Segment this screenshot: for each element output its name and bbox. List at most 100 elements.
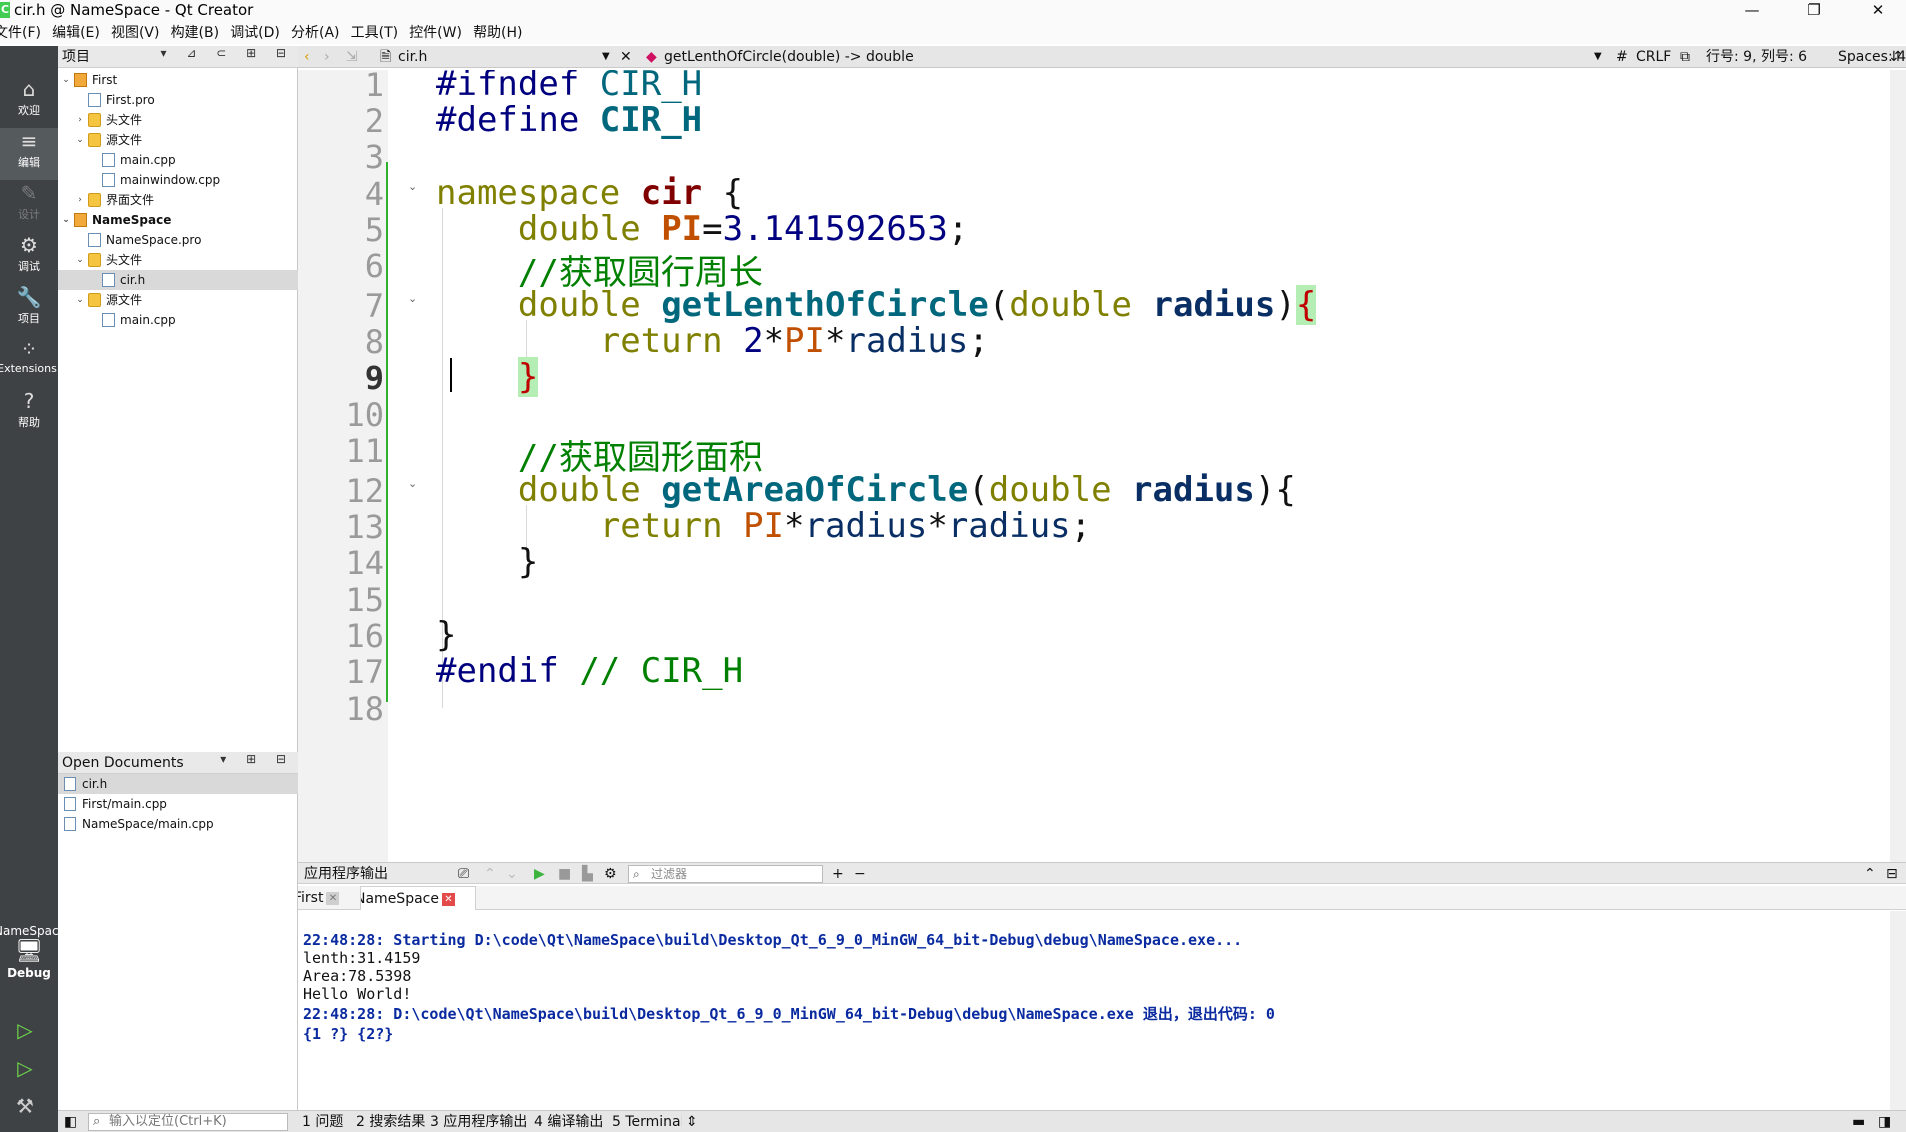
close-document-icon[interactable]: ✕ [620, 46, 632, 68]
fold-marker-icon[interactable]: ⌄ [408, 292, 417, 305]
tree-item[interactable]: ⌄ First [58, 70, 298, 90]
tree-item[interactable]: main.cpp [58, 150, 298, 170]
pane-compile-output[interactable]: 4 编译输出 [534, 1111, 604, 1132]
settings-gear-icon[interactable]: ⚙ [604, 863, 617, 885]
application-output[interactable]: 22:48:28: Starting D:\code\Qt\NameSpace\… [298, 911, 1890, 1110]
more-panes-icon[interactable]: ⇕ [686, 1111, 698, 1132]
forward-icon[interactable]: › [324, 46, 330, 68]
symbol-selector[interactable]: getLenthOfCircle(double) -> double [664, 46, 914, 68]
output-pane-title[interactable]: 应用程序输出 [304, 863, 388, 885]
open-doc-item[interactable]: cir.h [58, 774, 298, 794]
tree-item[interactable]: ⌄ NameSpace [58, 210, 298, 230]
stop-icon[interactable]: ■ [558, 863, 571, 885]
tree-item[interactable]: NameSpace.pro [58, 230, 298, 250]
pane-application-output[interactable]: 3 应用程序输出 [430, 1111, 536, 1132]
mode-selector: ⌂ 欢迎 ≡ 编辑 ✎ 设计 ⚙ 调试 🔧 项目 ⁘ Extensions ? … [0, 46, 66, 1132]
chevron-down-icon[interactable]: ⌄ [74, 130, 86, 150]
pane-tools[interactable]: ▾ ⊞ ⊟ [220, 752, 294, 766]
pane-terminal[interactable]: 5 Terminal [612, 1111, 682, 1132]
menu-build[interactable]: 构建(B) [171, 22, 220, 44]
open-documents-title[interactable]: Open Documents [62, 755, 184, 771]
open-doc-item[interactable]: First/main.cpp [58, 794, 298, 814]
mode-welcome[interactable]: ⌂ 欢迎 [0, 76, 58, 128]
zoom-out-icon[interactable]: − [854, 863, 866, 885]
close-button[interactable]: ✕ [1858, 0, 1898, 22]
chevron-down-icon[interactable]: ▼ [602, 46, 610, 68]
menu-help[interactable]: 帮助(H) [473, 22, 522, 44]
split-icon[interactable]: ⇲ [346, 46, 358, 68]
chevron-down-icon[interactable]: ⌄ [74, 250, 86, 270]
tree-item[interactable]: › 头文件 [58, 110, 298, 130]
open-doc-item[interactable]: NameSpace/main.cpp [58, 814, 298, 834]
line-ending-selector[interactable]: CRLF [1636, 46, 1671, 68]
code-line-13: return PI*radius*radius; [599, 506, 1092, 546]
pane-search-results[interactable]: 2 搜索结果 [356, 1111, 426, 1132]
tree-item[interactable]: › 界面文件 [58, 190, 298, 210]
chevron-down-icon[interactable]: ▼ [1594, 46, 1602, 68]
back-icon[interactable]: ‹ [304, 46, 310, 68]
mode-edit[interactable]: ≡ 编辑 [0, 128, 58, 180]
locator-input[interactable]: ⌕ 输入以定位(Ctrl+K) [88, 1113, 288, 1131]
tree-item[interactable]: ⌄ 源文件 [58, 290, 298, 310]
toggle-right-sidebar-icon[interactable]: ◨ [1878, 1111, 1891, 1132]
tree-item[interactable]: mainwindow.cpp [58, 170, 298, 190]
tree-item[interactable]: main.cpp [58, 310, 298, 330]
mode-extensions[interactable]: ⁘ Extensions [0, 336, 58, 388]
menu-edit[interactable]: 编辑(E) [52, 22, 100, 44]
tree-item[interactable]: cir.h [58, 270, 298, 290]
chevron-up-icon[interactable]: ⌃ [484, 863, 496, 885]
clean-icon[interactable]: ⎚ [458, 863, 469, 885]
mode-debug[interactable]: ⚙ 调试 [0, 232, 58, 284]
output-toggle-icon[interactable]: ▬ [1852, 1111, 1865, 1132]
menu-debug[interactable]: 调试(D) [230, 22, 280, 44]
build-hammer-icon[interactable]: ⚒ [10, 1094, 40, 1124]
zoom-in-icon[interactable]: + [832, 863, 844, 885]
menu-file[interactable]: 文件(F) [0, 22, 41, 44]
close-tab-icon[interactable]: ✕ [326, 891, 340, 905]
toggle-sidebar-icon[interactable]: ◧ [64, 1111, 77, 1132]
menu-widgets[interactable]: 控件(W) [409, 22, 462, 44]
mode-design[interactable]: ✎ 设计 [0, 180, 58, 232]
pane-tools[interactable]: ▾ ⊿ ⊂ ⊞ ⊟ [161, 46, 295, 60]
rerun-icon[interactable]: ▶ [534, 863, 545, 885]
tree-item[interactable]: First.pro [58, 90, 298, 110]
menu-view[interactable]: 视图(V) [111, 22, 160, 44]
projects-pane-title[interactable]: 项目 [62, 49, 90, 65]
pane-issues[interactable]: 1 问题 [302, 1111, 354, 1132]
kit-selector[interactable]: NameSpace 🖥 Debug [0, 924, 66, 980]
maximize-button[interactable]: ❐ [1794, 0, 1834, 22]
tree-item[interactable]: ⌄ 源文件 [58, 130, 298, 150]
minimize-button[interactable]: — [1732, 0, 1772, 22]
close-tab-icon[interactable]: ✕ [441, 892, 455, 906]
chevron-right-icon[interactable]: › [74, 190, 86, 210]
menu-analyze[interactable]: 分析(A) [291, 22, 340, 44]
fold-marker-icon[interactable]: ⌄ [408, 477, 417, 490]
tree-item[interactable]: ⌄ 头文件 [58, 250, 298, 270]
chevron-right-icon[interactable]: › [74, 110, 86, 130]
editor-scrollbar[interactable] [1890, 70, 1906, 862]
run-icon[interactable]: ▷ [10, 1018, 40, 1048]
chevron-down-icon[interactable]: ⌄ [74, 290, 86, 310]
attach-icon[interactable]: ▙ [582, 863, 593, 885]
tab-first[interactable]: First✕ [298, 886, 354, 910]
cursor-position[interactable]: 行号: 9, 列号: 6 [1706, 46, 1807, 68]
mode-help[interactable]: ? 帮助 [0, 388, 58, 440]
folder-icon [88, 113, 101, 127]
encoding-icon[interactable]: ⧉ [1680, 46, 1690, 68]
tab-namespace[interactable]: NameSpace ✕ [360, 886, 476, 910]
mode-projects[interactable]: 🔧 项目 [0, 284, 58, 336]
current-file-selector[interactable]: cir.h [398, 46, 427, 68]
debug-run-icon[interactable]: ▷ [10, 1056, 40, 1086]
maximize-pane-icon[interactable]: ⌃ [1864, 863, 1876, 885]
line-number: 8 [364, 323, 384, 361]
fold-marker-icon[interactable]: ⌄ [408, 180, 417, 193]
chevron-down-icon[interactable]: ⌄ [506, 863, 518, 885]
chevron-down-icon[interactable]: ⌄ [60, 70, 72, 90]
chevron-down-icon[interactable]: ⌄ [60, 210, 72, 230]
output-scrollbar[interactable] [1890, 911, 1906, 1110]
code-editor[interactable]: 1 2 3 4 5 6 7 8 9 10 11 12 13 14 15 16 17 18 ⌄ ⌄ ⌄ #ifnde… [298, 70, 1890, 862]
split-editor-icon[interactable]: ⇵ [1890, 46, 1902, 68]
menu-tools[interactable]: 工具(T) [351, 22, 398, 44]
output-filter-input[interactable]: ⌕ 过滤器 [628, 865, 823, 883]
close-pane-icon[interactable]: ⊟ [1886, 863, 1898, 885]
